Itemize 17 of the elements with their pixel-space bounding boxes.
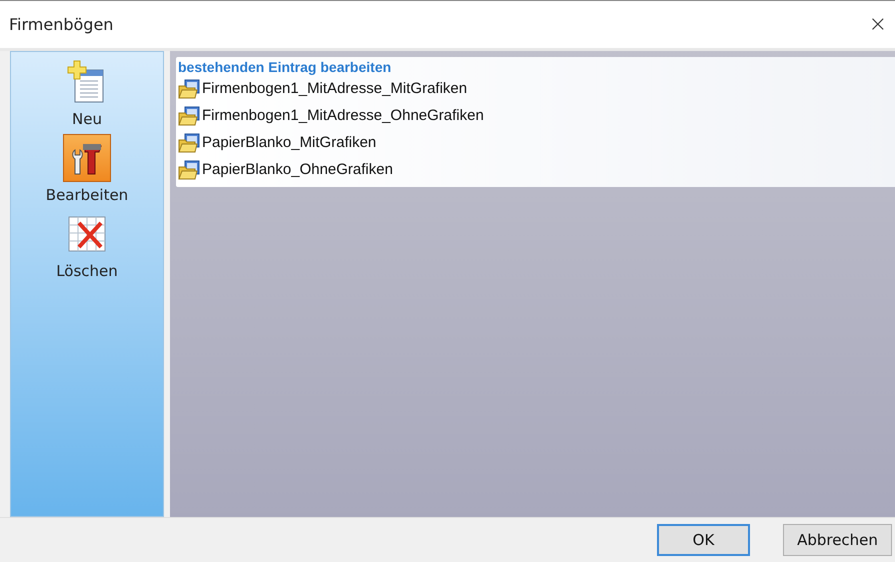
window-title: Firmenbögen [9, 15, 114, 34]
list-item[interactable]: PapierBlanko_OhneGrafiken [202, 161, 393, 178]
folder-icon [178, 106, 200, 126]
sidebar-item[interactable]: Löschen [56, 262, 118, 280]
folder-icon [178, 78, 200, 98]
cancel-button[interactable]: Abbrechen [783, 524, 892, 556]
ok-button[interactable]: OK [657, 524, 750, 556]
list-item[interactable]: Firmenbogen1_MitAdresse_MitGrafiken [202, 80, 468, 97]
close-button[interactable]: × [868, 12, 887, 37]
list-item[interactable]: Firmenbogen1_MitAdresse_OhneGrafiken [202, 107, 484, 124]
folder-icon [178, 160, 200, 180]
sidebar-item[interactable]: Bearbeiten [46, 186, 128, 204]
list-heading: bestehenden Eintrag bearbeiten [178, 59, 392, 75]
delete-table-icon [67, 215, 107, 253]
list-item[interactable]: PapierBlanko_MitGrafiken [202, 134, 376, 151]
folder-icon [178, 132, 200, 152]
sidebar-item[interactable]: Neu [72, 110, 102, 128]
